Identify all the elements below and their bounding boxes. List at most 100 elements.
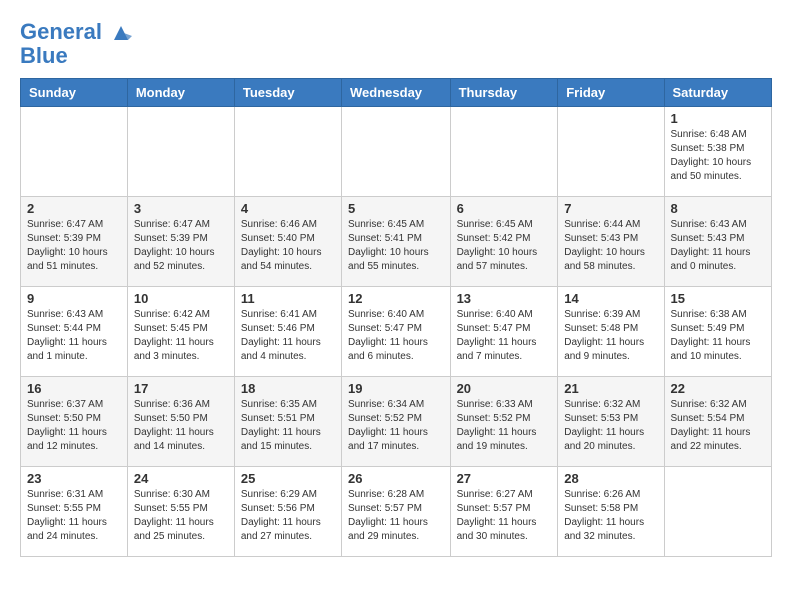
day-number: 23 <box>27 471 121 486</box>
weekday-header-tuesday: Tuesday <box>234 79 341 107</box>
day-number: 12 <box>348 291 444 306</box>
day-info: Sunrise: 6:32 AM Sunset: 5:54 PM Dayligh… <box>671 398 765 454</box>
calendar-cell <box>127 107 234 197</box>
day-number: 26 <box>348 471 444 486</box>
day-number: 20 <box>457 381 552 396</box>
day-info: Sunrise: 6:27 AM Sunset: 5:57 PM Dayligh… <box>457 488 552 544</box>
calendar-week-row: 23 Sunrise: 6:31 AM Sunset: 5:55 PM Dayli… <box>21 467 772 557</box>
day-number: 16 <box>27 381 121 396</box>
day-number: 22 <box>671 381 765 396</box>
day-number: 27 <box>457 471 552 486</box>
calendar-cell: 4 Sunrise: 6:46 AM Sunset: 5:40 PM Daylig… <box>234 197 341 287</box>
day-number: 24 <box>134 471 228 486</box>
calendar-cell: 28 Sunrise: 6:26 AM Sunset: 5:58 PM Dayli… <box>558 467 664 557</box>
calendar-cell <box>450 107 558 197</box>
calendar-cell <box>234 107 341 197</box>
calendar-cell: 2 Sunrise: 6:47 AM Sunset: 5:39 PM Daylig… <box>21 197 128 287</box>
day-number: 15 <box>671 291 765 306</box>
calendar-cell: 23 Sunrise: 6:31 AM Sunset: 5:55 PM Dayli… <box>21 467 128 557</box>
day-info: Sunrise: 6:43 AM Sunset: 5:43 PM Dayligh… <box>671 218 765 274</box>
day-number: 3 <box>134 201 228 216</box>
day-info: Sunrise: 6:28 AM Sunset: 5:57 PM Dayligh… <box>348 488 444 544</box>
day-number: 2 <box>27 201 121 216</box>
day-number: 8 <box>671 201 765 216</box>
calendar-cell: 17 Sunrise: 6:36 AM Sunset: 5:50 PM Dayli… <box>127 377 234 467</box>
calendar-cell: 9 Sunrise: 6:43 AM Sunset: 5:44 PM Daylig… <box>21 287 128 377</box>
day-number: 28 <box>564 471 657 486</box>
day-number: 4 <box>241 201 335 216</box>
day-info: Sunrise: 6:37 AM Sunset: 5:50 PM Dayligh… <box>27 398 121 454</box>
logo-blue: Blue <box>20 44 132 68</box>
day-info: Sunrise: 6:40 AM Sunset: 5:47 PM Dayligh… <box>348 308 444 364</box>
weekday-header-friday: Friday <box>558 79 664 107</box>
day-info: Sunrise: 6:45 AM Sunset: 5:42 PM Dayligh… <box>457 218 552 274</box>
day-info: Sunrise: 6:31 AM Sunset: 5:55 PM Dayligh… <box>27 488 121 544</box>
day-info: Sunrise: 6:48 AM Sunset: 5:38 PM Dayligh… <box>671 128 765 184</box>
calendar-cell: 19 Sunrise: 6:34 AM Sunset: 5:52 PM Dayli… <box>342 377 451 467</box>
day-number: 17 <box>134 381 228 396</box>
calendar-cell <box>664 467 771 557</box>
day-info: Sunrise: 6:43 AM Sunset: 5:44 PM Dayligh… <box>27 308 121 364</box>
day-number: 21 <box>564 381 657 396</box>
logo-general: General <box>20 19 102 44</box>
calendar-cell: 18Sunrise: 6:35 AM Sunset: 5:51 PM Dayli… <box>234 377 341 467</box>
day-number: 6 <box>457 201 552 216</box>
weekday-header-monday: Monday <box>127 79 234 107</box>
calendar-cell: 27 Sunrise: 6:27 AM Sunset: 5:57 PM Dayli… <box>450 467 558 557</box>
day-info: Sunrise: 6:29 AM Sunset: 5:56 PM Dayligh… <box>241 488 335 544</box>
day-info: Sunrise: 6:38 AM Sunset: 5:49 PM Dayligh… <box>671 308 765 364</box>
calendar-cell: 16 Sunrise: 6:37 AM Sunset: 5:50 PM Dayli… <box>21 377 128 467</box>
logo: General Blue <box>20 20 132 68</box>
calendar-cell: 10 Sunrise: 6:42 AM Sunset: 5:45 PM Dayli… <box>127 287 234 377</box>
day-number: 18 <box>241 381 335 396</box>
calendar-cell: 7Sunrise: 6:44 AM Sunset: 5:43 PM Daylig… <box>558 197 664 287</box>
day-number: 5 <box>348 201 444 216</box>
weekday-header-thursday: Thursday <box>450 79 558 107</box>
day-info: Sunrise: 6:34 AM Sunset: 5:52 PM Dayligh… <box>348 398 444 454</box>
day-info: Sunrise: 6:45 AM Sunset: 5:41 PM Dayligh… <box>348 218 444 274</box>
day-number: 10 <box>134 291 228 306</box>
logo-icon <box>110 22 132 44</box>
calendar-cell: 11Sunrise: 6:41 AM Sunset: 5:46 PM Dayli… <box>234 287 341 377</box>
day-info: Sunrise: 6:44 AM Sunset: 5:43 PM Dayligh… <box>564 218 657 274</box>
day-number: 25 <box>241 471 335 486</box>
calendar-cell <box>558 107 664 197</box>
calendar-cell: 20 Sunrise: 6:33 AM Sunset: 5:52 PM Dayli… <box>450 377 558 467</box>
day-number: 9 <box>27 291 121 306</box>
day-info: Sunrise: 6:46 AM Sunset: 5:40 PM Dayligh… <box>241 218 335 274</box>
day-info: Sunrise: 6:33 AM Sunset: 5:52 PM Dayligh… <box>457 398 552 454</box>
day-info: Sunrise: 6:32 AM Sunset: 5:53 PM Dayligh… <box>564 398 657 454</box>
weekday-header-wednesday: Wednesday <box>342 79 451 107</box>
calendar-cell: 12 Sunrise: 6:40 AM Sunset: 5:47 PM Dayli… <box>342 287 451 377</box>
day-info: Sunrise: 6:47 AM Sunset: 5:39 PM Dayligh… <box>27 218 121 274</box>
calendar-cell: 3 Sunrise: 6:47 AM Sunset: 5:39 PM Daylig… <box>127 197 234 287</box>
calendar-week-row: 2 Sunrise: 6:47 AM Sunset: 5:39 PM Daylig… <box>21 197 772 287</box>
day-info: Sunrise: 6:36 AM Sunset: 5:50 PM Dayligh… <box>134 398 228 454</box>
calendar-cell: 24Sunrise: 6:30 AM Sunset: 5:55 PM Dayli… <box>127 467 234 557</box>
calendar-cell <box>342 107 451 197</box>
day-number: 13 <box>457 291 552 306</box>
calendar-cell: 21 Sunrise: 6:32 AM Sunset: 5:53 PM Dayli… <box>558 377 664 467</box>
weekday-header-row: SundayMondayTuesdayWednesdayThursdayFrid… <box>21 79 772 107</box>
day-info: Sunrise: 6:42 AM Sunset: 5:45 PM Dayligh… <box>134 308 228 364</box>
page-header: General Blue <box>20 20 772 68</box>
calendar-cell: 1Sunrise: 6:48 AM Sunset: 5:38 PM Daylig… <box>664 107 771 197</box>
logo-text: General <box>20 20 132 44</box>
calendar-cell: 22 Sunrise: 6:32 AM Sunset: 5:54 PM Dayli… <box>664 377 771 467</box>
calendar-week-row: 9 Sunrise: 6:43 AM Sunset: 5:44 PM Daylig… <box>21 287 772 377</box>
weekday-header-saturday: Saturday <box>664 79 771 107</box>
day-info: Sunrise: 6:47 AM Sunset: 5:39 PM Dayligh… <box>134 218 228 274</box>
weekday-header-sunday: Sunday <box>21 79 128 107</box>
day-number: 19 <box>348 381 444 396</box>
calendar-cell: 13 Sunrise: 6:40 AM Sunset: 5:47 PM Dayli… <box>450 287 558 377</box>
calendar-cell: 6 Sunrise: 6:45 AM Sunset: 5:42 PM Daylig… <box>450 197 558 287</box>
day-info: Sunrise: 6:39 AM Sunset: 5:48 PM Dayligh… <box>564 308 657 364</box>
calendar-cell <box>21 107 128 197</box>
day-info: Sunrise: 6:41 AM Sunset: 5:46 PM Dayligh… <box>241 308 335 364</box>
day-info: Sunrise: 6:26 AM Sunset: 5:58 PM Dayligh… <box>564 488 657 544</box>
calendar-week-row: 16 Sunrise: 6:37 AM Sunset: 5:50 PM Dayli… <box>21 377 772 467</box>
calendar-table: SundayMondayTuesdayWednesdayThursdayFrid… <box>20 78 772 557</box>
calendar-cell: 14Sunrise: 6:39 AM Sunset: 5:48 PM Dayli… <box>558 287 664 377</box>
calendar-week-row: 1Sunrise: 6:48 AM Sunset: 5:38 PM Daylig… <box>21 107 772 197</box>
day-info: Sunrise: 6:40 AM Sunset: 5:47 PM Dayligh… <box>457 308 552 364</box>
